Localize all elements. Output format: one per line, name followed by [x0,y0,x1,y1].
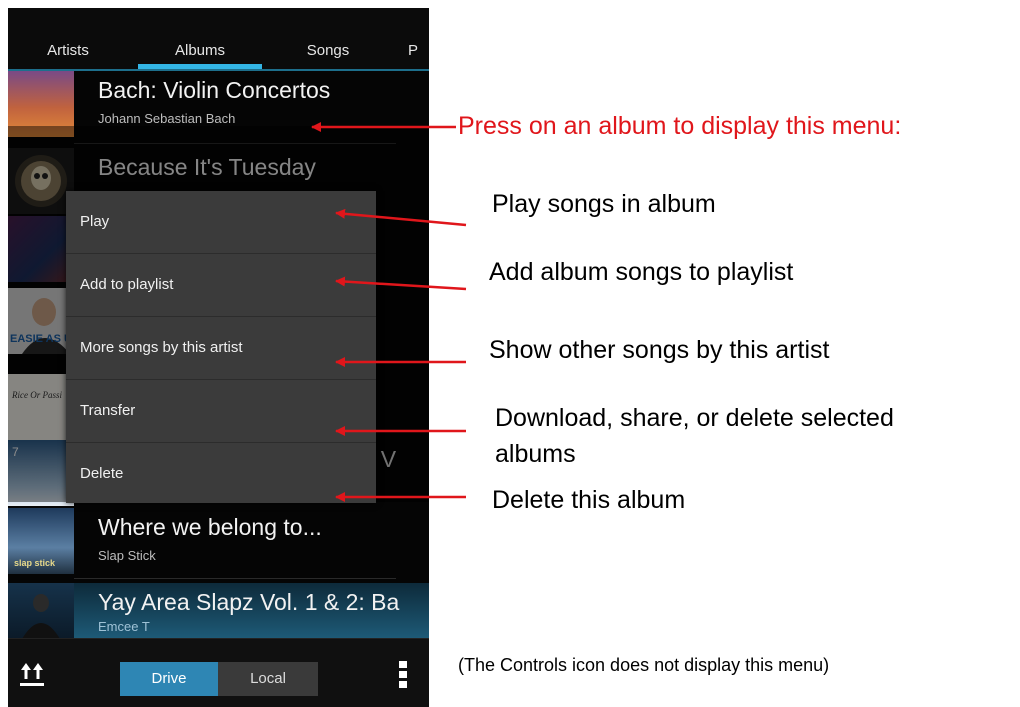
annotation-transfer-line1: Download, share, or delete selected [495,404,894,432]
annotation-delete: Delete this album [492,486,686,514]
annotation-press-album: Press on an album to display this menu: [458,112,902,140]
arrow-add-to-playlist [335,276,467,291]
arrow-play [335,208,467,227]
annotation-controls-note: (The Controls icon does not display this… [458,655,830,675]
annotation-transfer-line2: albums [495,440,576,468]
annotation-add-to-playlist: Add album songs to playlist [489,258,794,286]
annotation-play: Play songs in album [492,190,716,218]
annotation-more-songs: Show other songs by this artist [489,336,830,364]
